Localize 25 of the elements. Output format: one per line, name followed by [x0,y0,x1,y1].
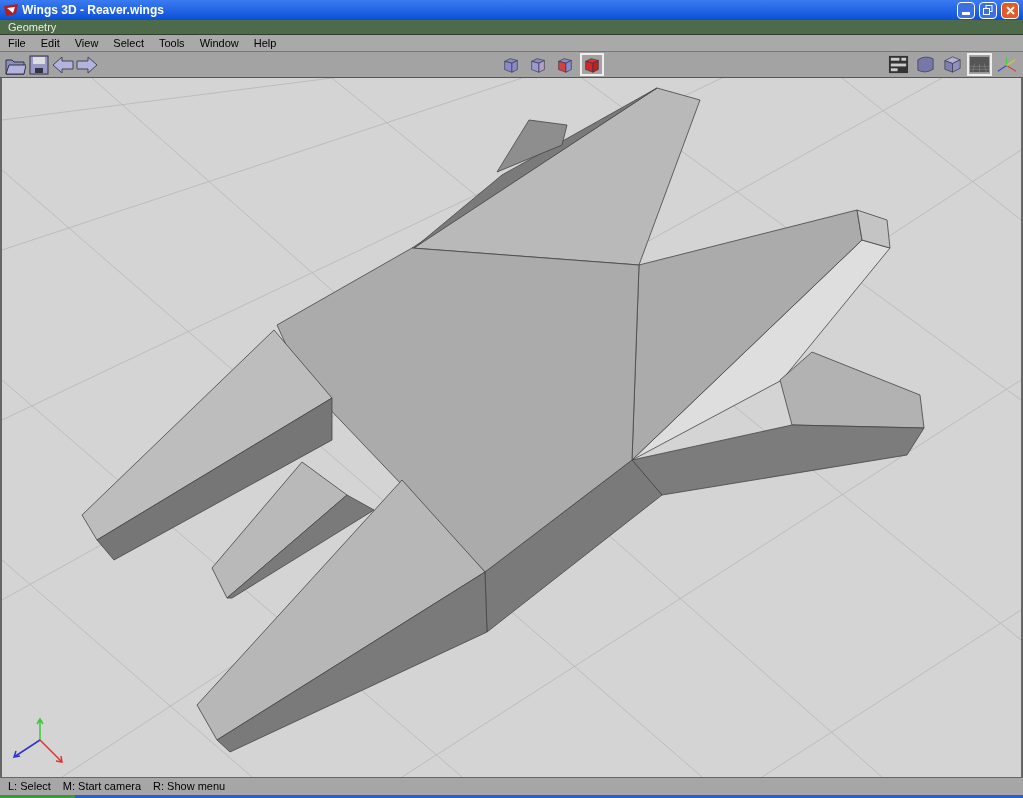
close-icon [1005,5,1015,15]
menu-item[interactable]: Select [109,34,148,52]
restore-icon [983,5,993,15]
status-hint: L: Select [8,779,51,795]
app-logo-icon [4,4,18,16]
floppy-disk-icon[interactable] [28,53,50,76]
body-mode-icon[interactable] [580,53,604,76]
restore-button[interactable] [979,1,997,19]
status-hint: M: Start camera [62,779,142,795]
close-button[interactable] [1001,1,1019,19]
status-hint: R: Show menu [153,779,226,795]
menu-item[interactable]: File [4,34,30,52]
menu-item[interactable]: Tools [154,34,189,52]
geometry-title: Geometry [8,19,57,35]
menu-item[interactable]: Window [195,34,243,52]
window-title: Wings 3D - Reaver.wings [22,2,164,19]
menu-item[interactable]: View [70,34,103,52]
outliner-icon[interactable] [886,53,911,76]
menu-item[interactable]: Help [249,34,281,52]
right-arrow-icon[interactable] [76,53,98,76]
minimize-icon [962,11,970,15]
minimize-button[interactable] [957,1,975,19]
grid-plane-icon[interactable] [967,53,992,76]
menu-item[interactable]: Edit [36,34,64,52]
axes-gizmo-icon [12,717,63,763]
